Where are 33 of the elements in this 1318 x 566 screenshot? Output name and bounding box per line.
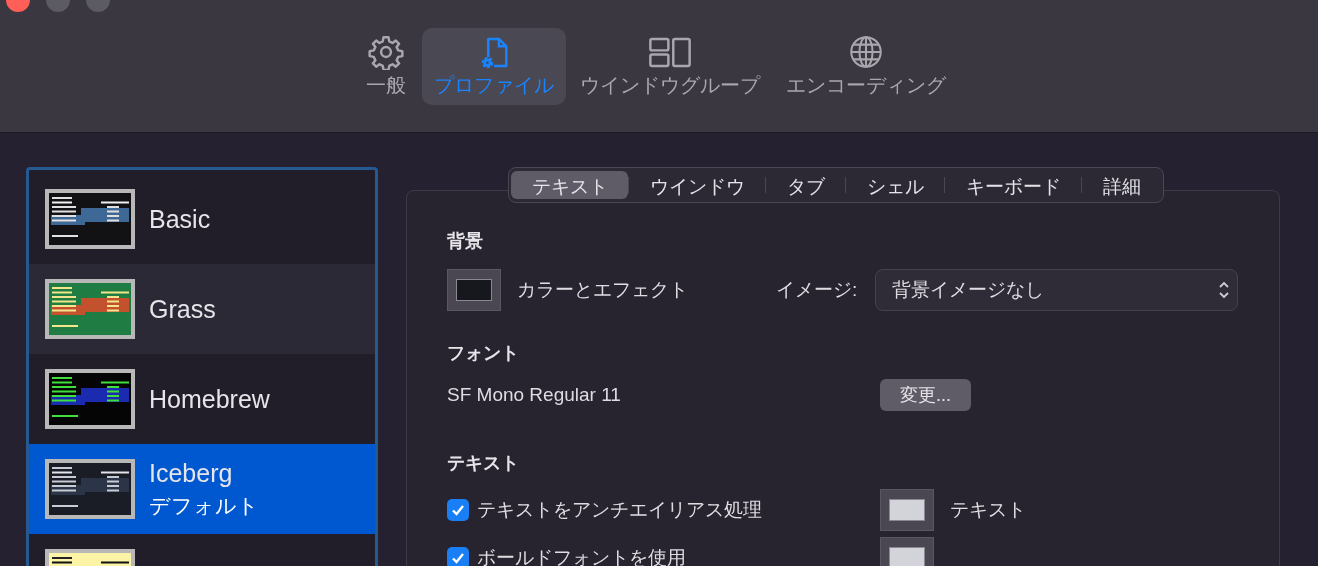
profile-name: Grass: [149, 294, 216, 324]
color-well[interactable]: [447, 269, 501, 311]
checkbox[interactable]: [447, 547, 469, 566]
profile-item[interactable]: Grass: [29, 264, 375, 354]
color-label: テキスト: [950, 498, 1026, 522]
section-heading: テキスト: [447, 452, 520, 475]
default-label: デフォルト: [149, 492, 259, 519]
image-popup[interactable]: 背景イメージなし: [875, 269, 1239, 311]
tab[interactable]: タブ: [766, 171, 845, 199]
change-button[interactable]: 変更...: [880, 379, 971, 411]
image-label: イメージ:: [776, 278, 858, 302]
toolbar-tab[interactable]: エンコーディング: [774, 28, 958, 105]
font-name: SF Mono Regular 11: [447, 384, 622, 406]
section-heading: 背景: [447, 230, 484, 253]
tab[interactable]: キーボード: [945, 171, 1081, 199]
toolbar-tab[interactable]: ウインドウグループ: [568, 28, 772, 105]
tab[interactable]: 詳細: [1082, 171, 1161, 199]
profile-name: Homebrew: [149, 384, 270, 414]
section-heading: フォント: [447, 342, 520, 365]
chevron-icon: [1219, 281, 1230, 299]
color-well[interactable]: [880, 489, 934, 531]
toolbar-tab[interactable]: 一般: [352, 28, 420, 105]
profile-item[interactable]: Iceberg デフォルト: [29, 444, 375, 534]
checkbox[interactable]: [447, 499, 469, 521]
checkbox-label: テキストをアンチエイリアス処理: [477, 498, 762, 522]
tab[interactable]: ウインドウ: [629, 171, 765, 199]
profile-item[interactable]: Homebrew: [29, 354, 375, 444]
tab[interactable]: テキスト: [511, 171, 628, 199]
tab[interactable]: シェル: [846, 171, 944, 199]
profile-name: Iceberg: [149, 458, 234, 488]
profile-item[interactable]: Basic: [29, 174, 375, 264]
color-label: カラーとエフェクト: [517, 278, 688, 302]
profile-name: Basic: [149, 204, 211, 234]
